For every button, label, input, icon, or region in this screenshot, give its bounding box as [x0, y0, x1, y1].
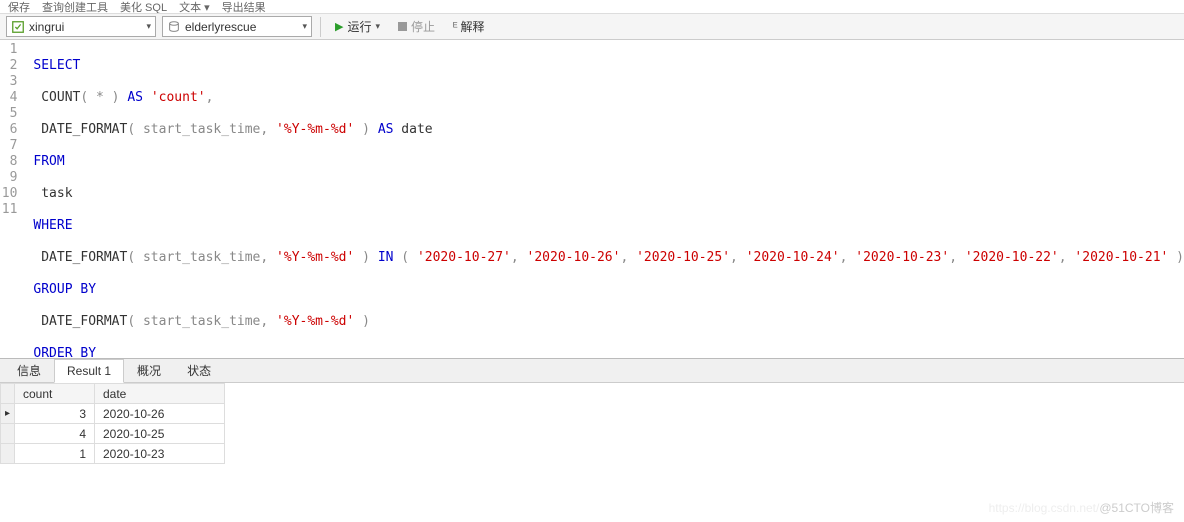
code-area[interactable]: SELECT COUNT( * ) AS 'count', DATE_FORMA… — [27, 40, 1184, 358]
table-row[interactable]: 4 2020-10-25 — [1, 424, 225, 444]
line-gutter: 1 2 3 4 5 6 7 8 9 10 11 — [0, 40, 27, 358]
cell-count[interactable]: 3 — [15, 404, 95, 424]
table-row[interactable]: 1 2020-10-23 — [1, 444, 225, 464]
row-marker — [1, 444, 15, 464]
play-icon: ▶ — [335, 20, 343, 33]
row-marker — [1, 424, 15, 444]
toolbar-save[interactable]: 保存 — [8, 0, 30, 14]
database-dropdown[interactable]: elderlyrescue ▾ — [162, 16, 312, 37]
stop-label: 停止 — [411, 18, 435, 35]
result-tabs: 信息 Result 1 概况 状态 — [0, 359, 1184, 383]
watermark: https://blog.csdn.net/@51CTO博客 — [989, 499, 1174, 516]
sql-editor[interactable]: 1 2 3 4 5 6 7 8 9 10 11 SELECT COUNT( * … — [0, 40, 1184, 358]
explain-button[interactable]: ᴱ 解释 — [447, 18, 491, 35]
connection-name: xingrui — [29, 20, 142, 34]
tab-result1[interactable]: Result 1 — [54, 359, 124, 383]
chevron-down-icon: ▾ — [302, 21, 307, 32]
tab-status[interactable]: 状态 — [174, 357, 224, 383]
toolbar-text[interactable]: 文本 ▾ — [179, 0, 210, 14]
plug-icon — [11, 20, 25, 34]
cell-count[interactable]: 1 — [15, 444, 95, 464]
tab-profile[interactable]: 概况 — [124, 357, 174, 383]
explain-label: 解释 — [461, 18, 485, 35]
database-name: elderlyrescue — [185, 20, 298, 34]
chevron-down-icon: ▾ — [375, 21, 380, 32]
database-icon — [167, 20, 181, 34]
table-row[interactable]: ▸ 3 2020-10-26 — [1, 404, 225, 424]
run-label: 运行 — [347, 18, 371, 35]
tab-info[interactable]: 信息 — [4, 357, 54, 383]
toolbar-beautify-sql[interactable]: 美化 SQL — [120, 0, 167, 14]
stop-icon — [398, 22, 407, 31]
explain-icon: ᴱ — [453, 21, 458, 33]
col-date[interactable]: date — [95, 384, 225, 404]
grid-header-row: count date — [1, 384, 225, 404]
cell-date[interactable]: 2020-10-25 — [95, 424, 225, 444]
connection-dropdown[interactable]: xingrui ▾ — [6, 16, 156, 37]
chevron-down-icon: ▾ — [146, 21, 151, 32]
result-grid[interactable]: count date ▸ 3 2020-10-26 4 2020-10-25 1… — [0, 383, 225, 464]
cell-date[interactable]: 2020-10-23 — [95, 444, 225, 464]
toolbar-query-builder[interactable]: 查询创建工具 — [42, 0, 108, 14]
connection-bar: xingrui ▾ elderlyrescue ▾ ▶ 运行 ▾ 停止 ᴱ 解释 — [0, 14, 1184, 40]
col-count[interactable]: count — [15, 384, 95, 404]
top-toolbar: 保存 查询创建工具 美化 SQL 文本 ▾ 导出结果 — [0, 0, 1184, 14]
cell-count[interactable]: 4 — [15, 424, 95, 444]
run-button[interactable]: ▶ 运行 ▾ — [329, 17, 386, 37]
divider — [320, 17, 321, 37]
result-section: 信息 Result 1 概况 状态 count date ▸ 3 2020-10… — [0, 358, 1184, 464]
cell-date[interactable]: 2020-10-26 — [95, 404, 225, 424]
toolbar-export[interactable]: 导出结果 — [222, 0, 266, 14]
row-marker-header — [1, 384, 15, 404]
stop-button: 停止 — [392, 18, 441, 35]
row-marker: ▸ — [1, 404, 15, 424]
